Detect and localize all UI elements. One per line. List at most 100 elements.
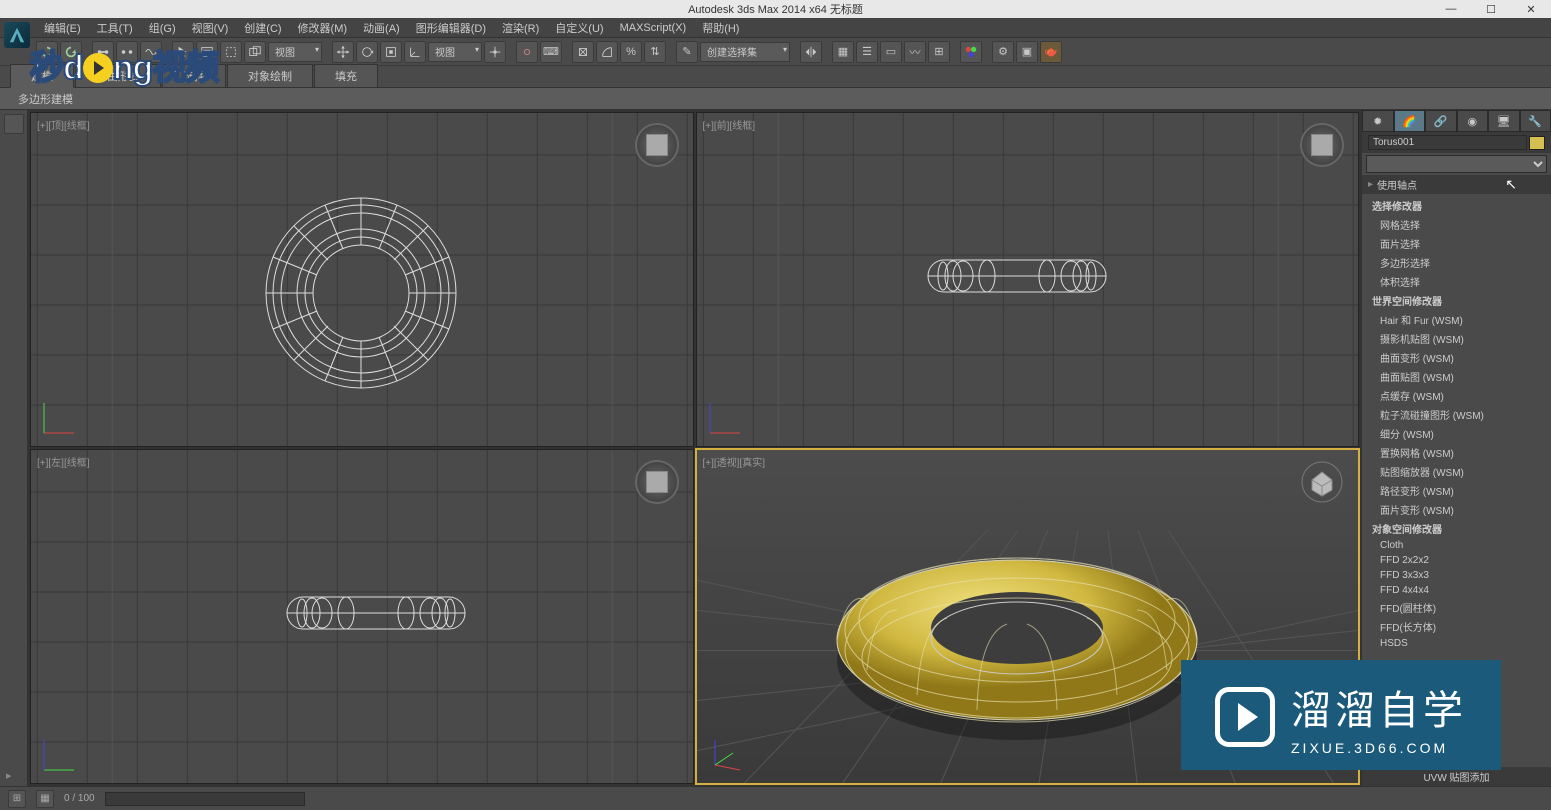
mod-ffd4[interactable]: FFD 4x4x4 — [1366, 583, 1547, 598]
undo-button[interactable] — [36, 41, 58, 63]
mod-vol-select[interactable]: 体积选择 — [1366, 272, 1547, 291]
viewport-perspective[interactable]: [+][透视][真实] — [696, 449, 1360, 784]
material-editor-button[interactable] — [960, 41, 982, 63]
viewport-label-front[interactable]: [+][前][线框] — [703, 117, 756, 132]
mod-ffd-box[interactable]: FFD(长方体) — [1366, 617, 1547, 636]
mod-point-cache[interactable]: 点缓存 (WSM) — [1366, 386, 1547, 405]
maximize-button[interactable]: ☐ — [1471, 0, 1511, 18]
menu-create[interactable]: 创建(C) — [236, 20, 289, 36]
menu-tools[interactable]: 工具(T) — [89, 20, 141, 36]
edit-named-selection-button[interactable]: ✎ — [676, 41, 698, 63]
rendered-frame-button[interactable]: ▣ — [1016, 41, 1038, 63]
mod-ffd3[interactable]: FFD 3x3x3 — [1366, 568, 1547, 583]
modify-tab[interactable]: 🌈 — [1394, 110, 1426, 132]
select-manipulate-button[interactable] — [516, 41, 538, 63]
mod-mapscaler[interactable]: 贴图缩放器 (WSM) — [1366, 462, 1547, 481]
layer-manager-button[interactable]: ☰ — [856, 41, 878, 63]
menu-graph-editors[interactable]: 图形编辑器(D) — [408, 20, 494, 36]
motion-tab[interactable]: ◉ — [1457, 110, 1489, 132]
ribbon-tab-selection[interactable]: 选择 — [162, 64, 226, 87]
viewport-label-top[interactable]: [+][顶][线框] — [37, 117, 90, 132]
angle-snap-button[interactable] — [596, 41, 618, 63]
viewcube-left[interactable] — [635, 460, 679, 504]
mod-cloth[interactable]: Cloth — [1366, 538, 1547, 553]
mod-surf-mapper[interactable]: 曲面贴图 (WSM) — [1366, 367, 1547, 386]
reference-coord-button[interactable] — [404, 41, 426, 63]
mod-poly-select[interactable]: 多边形选择 — [1366, 253, 1547, 272]
mod-hair-fur[interactable]: Hair 和 Fur (WSM) — [1366, 310, 1547, 329]
rotate-button[interactable] — [356, 41, 378, 63]
mod-ffd2[interactable]: FFD 2x2x2 — [1366, 553, 1547, 568]
render-setup-button[interactable]: ⚙ — [992, 41, 1014, 63]
create-tab[interactable]: ✹ — [1362, 110, 1394, 132]
move-button[interactable] — [332, 41, 354, 63]
unlink-button[interactable] — [116, 41, 138, 63]
viewport-label-left[interactable]: [+][左][线框] — [37, 454, 90, 469]
viewport-layout-button[interactable]: ⊞ — [8, 790, 26, 808]
mod-hsds[interactable]: HSDS — [1366, 636, 1547, 651]
viewport-top[interactable]: [+][顶][线框] — [30, 112, 694, 447]
scale-button[interactable] — [380, 41, 402, 63]
display-tab[interactable]: 🖥 — [1488, 110, 1520, 132]
selection-filter-dropdown[interactable]: 视图 — [268, 42, 322, 62]
redo-button[interactable] — [60, 41, 82, 63]
ribbon-tab-populate[interactable]: 填充 — [314, 64, 378, 87]
menu-group[interactable]: 组(G) — [141, 20, 184, 36]
viewport-label-persp[interactable]: [+][透视][真实] — [703, 454, 766, 469]
mod-camera-map[interactable]: 摄影机贴图 (WSM) — [1366, 329, 1547, 348]
menu-rendering[interactable]: 渲染(R) — [494, 20, 547, 36]
ribbon-tab-modeling[interactable]: 建模 — [10, 64, 74, 88]
app-menu-icon[interactable] — [4, 22, 30, 48]
menu-edit[interactable]: 编辑(E) — [36, 20, 89, 36]
spinner-snap-button[interactable]: ⇅ — [644, 41, 666, 63]
pivot-button[interactable] — [484, 41, 506, 63]
menu-view[interactable]: 视图(V) — [184, 20, 237, 36]
mod-path-deform[interactable]: 路径变形 (WSM) — [1366, 481, 1547, 500]
modifier-list-dropdown[interactable] — [1366, 155, 1547, 173]
mirror-button[interactable] — [800, 41, 822, 63]
curve-editor-button[interactable]: 〰 — [904, 41, 926, 63]
modifier-list[interactable]: 选择修改器 网格选择 面片选择 多边形选择 体积选择 世界空间修改器 Hair … — [1362, 194, 1551, 767]
mod-mesh-select[interactable]: 网格选择 — [1366, 215, 1547, 234]
named-selection-dropdown[interactable]: 创建选择集 — [700, 42, 790, 62]
menu-help[interactable]: 帮助(H) — [694, 20, 747, 36]
schematic-view-button[interactable]: ⊞ — [928, 41, 950, 63]
close-button[interactable]: ✕ — [1511, 0, 1551, 18]
viewport-layout-button-2[interactable]: ▦ — [36, 790, 54, 808]
modifier-stack-header[interactable]: ▸ 使用轴点 — [1362, 175, 1551, 194]
object-color-swatch[interactable] — [1529, 136, 1545, 150]
viewcube-top[interactable] — [635, 123, 679, 167]
left-tool-1[interactable] — [4, 114, 24, 134]
mod-surf-deform[interactable]: 曲面变形 (WSM) — [1366, 348, 1547, 367]
mod-pflow-collision[interactable]: 粒子流碰撞图形 (WSM) — [1366, 405, 1547, 424]
percent-snap-button[interactable]: % — [620, 41, 642, 63]
keyboard-shortcut-button[interactable]: ⌨ — [540, 41, 562, 63]
viewcube-front[interactable] — [1300, 123, 1344, 167]
menu-maxscript[interactable]: MAXScript(X) — [612, 22, 695, 34]
link-button[interactable] — [92, 41, 114, 63]
mod-ffd-cyl[interactable]: FFD(圆柱体) — [1366, 598, 1547, 617]
mod-patch-select[interactable]: 面片选择 — [1366, 234, 1547, 253]
ribbon-sub-polymodeling[interactable]: 多边形建模 — [10, 89, 81, 109]
menu-animation[interactable]: 动画(A) — [355, 20, 408, 36]
snap-toggle-button[interactable] — [572, 41, 594, 63]
select-by-name-button[interactable] — [196, 41, 218, 63]
menu-modifiers[interactable]: 修改器(M) — [290, 20, 356, 36]
minimize-button[interactable]: — — [1431, 0, 1471, 18]
align-button[interactable]: ▦ — [832, 41, 854, 63]
select-region-button[interactable] — [220, 41, 242, 63]
object-name-input[interactable] — [1368, 135, 1527, 150]
hierarchy-tab[interactable]: 🔗 — [1425, 110, 1457, 132]
mod-subdivide[interactable]: 细分 (WSM) — [1366, 424, 1547, 443]
coord-system-dropdown[interactable]: 视图 — [428, 42, 482, 62]
mod-displace-mesh[interactable]: 置换网格 (WSM) — [1366, 443, 1547, 462]
viewport-front[interactable]: [+][前][线框] — [696, 112, 1360, 447]
time-slider[interactable] — [105, 792, 305, 806]
ribbon-tab-object-paint[interactable]: 对象绘制 — [227, 64, 313, 87]
ribbon-tab-freeform[interactable]: 自由形式 — [75, 64, 161, 87]
viewcube-persp[interactable] — [1300, 460, 1344, 504]
viewport-left[interactable]: [+][左][线框] — [30, 449, 694, 784]
utilities-tab[interactable]: 🔧 — [1520, 110, 1551, 132]
window-crossing-button[interactable] — [244, 41, 266, 63]
graphite-toggle-button[interactable]: ▭ — [880, 41, 902, 63]
